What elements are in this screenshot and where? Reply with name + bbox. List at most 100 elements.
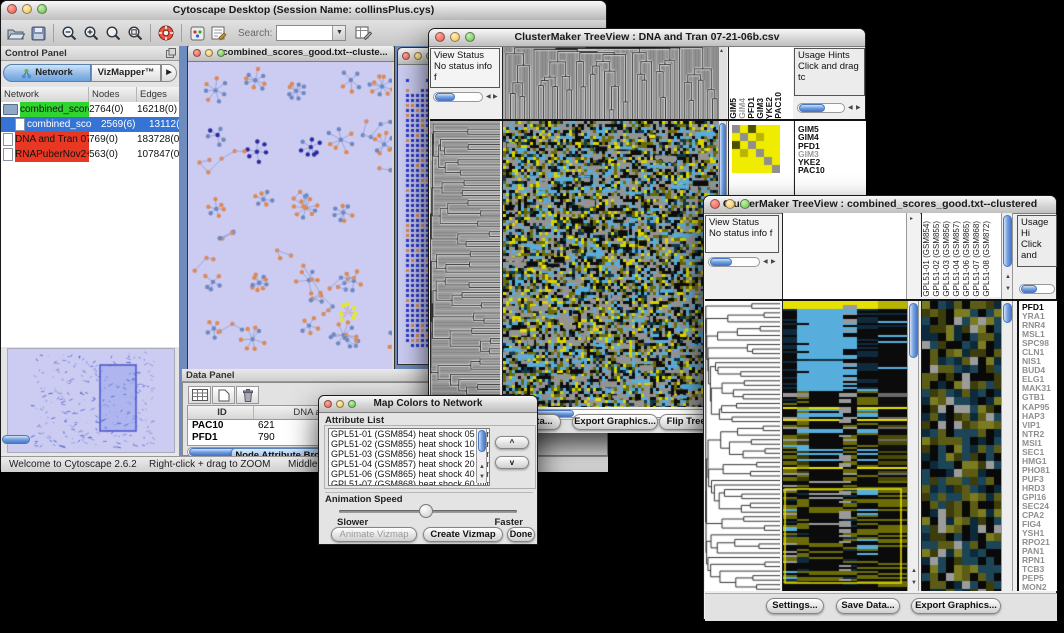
view-status-scrollbar[interactable] <box>708 257 760 267</box>
column-label[interactable]: GPL51-02 (GSM855) <box>932 221 942 297</box>
minimize-button[interactable] <box>725 199 735 209</box>
column-label[interactable]: GPL51-08 (GSM872) <box>982 221 992 297</box>
network-table-row[interactable]: combined_sco 2569(6) 13112(15) <box>1 117 179 132</box>
col-network[interactable]: Network <box>1 87 89 102</box>
scroll-strip[interactable]: ▸ <box>906 213 920 299</box>
dialog-titlebar[interactable]: Map Colors to Network <box>319 396 537 413</box>
zoom-button[interactable] <box>348 400 356 408</box>
annotation-button[interactable] <box>208 23 230 43</box>
column-label[interactable]: GPL51-06 (GSM865) <box>962 221 972 297</box>
export-graphics-button[interactable]: Export Graphics... <box>911 598 1001 614</box>
network-table-row[interactable]: RNAPuberNov2+! 563(0) 107847(0) <box>1 147 179 162</box>
col-edges[interactable]: Edges <box>137 87 179 102</box>
zoom-selected-button[interactable] <box>102 23 124 43</box>
col-nodes[interactable]: Nodes <box>89 87 137 102</box>
float-panel-icon[interactable] <box>166 48 176 63</box>
column-label[interactable]: GPL51-01 (GSM854) <box>922 221 932 297</box>
create-vizmap-button[interactable]: Create Vizmap <box>423 527 503 542</box>
scrollbar-thumb[interactable] <box>909 303 918 358</box>
plugin-button[interactable] <box>186 23 208 43</box>
network-window-1-titlebar[interactable]: combined_scores_good.txt--cluste... <box>188 46 394 62</box>
scroll-up-icon[interactable]: ▲ <box>479 463 485 471</box>
scroll-left-icon[interactable]: ◀ <box>486 93 491 101</box>
scroll-up-icon[interactable]: ▲ <box>911 567 917 575</box>
scroll-left-icon[interactable]: ◀ <box>763 258 768 266</box>
heatmap-canvas[interactable] <box>502 121 719 407</box>
save-data-button[interactable]: Save Data... <box>836 598 900 614</box>
scrollbar-thumb[interactable] <box>1003 303 1012 323</box>
scroll-down-icon[interactable]: ▼ <box>479 473 485 481</box>
scrollbar-thumb[interactable] <box>799 104 825 112</box>
scroll-down-icon[interactable]: ▼ <box>911 579 917 587</box>
column-label[interactable]: GPL51-07 (GSM868) <box>972 221 982 297</box>
attribute-listbox[interactable]: GPL51-01 (GSM854) heat shock 05 minGPL51… <box>328 428 490 486</box>
scroll-up-icon[interactable]: ▴ <box>720 47 723 55</box>
column-label[interactable]: GPL51-03 (GSM856) <box>942 221 952 297</box>
zoom-fit-button[interactable] <box>124 23 146 43</box>
animate-vizmap-button[interactable]: Animate Vizmap <box>331 527 417 542</box>
overview-scrollbar-thumb[interactable] <box>2 435 30 444</box>
usage-hints-scrollbar[interactable] <box>797 103 845 113</box>
scroll-up-icon[interactable]: ▲ <box>1005 273 1011 281</box>
minimize-button[interactable] <box>336 400 344 408</box>
scroll-left-icon[interactable]: ◀ <box>848 104 853 112</box>
array-dendrogram-canvas[interactable] <box>502 47 719 119</box>
export-graphics-button[interactable]: Export Graphics... <box>572 414 658 430</box>
close-button[interactable] <box>324 400 332 408</box>
speed-slider-thumb[interactable] <box>419 504 433 518</box>
attribute-editor-button[interactable] <box>352 23 374 43</box>
open-file-button[interactable] <box>5 23 27 43</box>
network-view-1-canvas[interactable] <box>188 62 392 369</box>
scroll-down-icon[interactable]: ▼ <box>1005 285 1011 293</box>
settings-button[interactable]: Settings... <box>766 598 824 614</box>
zoom-in-button[interactable] <box>80 23 102 43</box>
usage-hints-scrollbar[interactable] <box>1019 284 1055 294</box>
zoom-out-button[interactable] <box>58 23 80 43</box>
heatmap-vscrollbar[interactable]: ▲ ▼ <box>907 301 919 591</box>
tab-network[interactable]: Network <box>3 64 91 82</box>
gene-label[interactable]: PAC10 <box>798 166 866 174</box>
minimize-button[interactable] <box>205 49 213 57</box>
labels-vscrollbar[interactable]: ▲ ▼ <box>1001 213 1013 299</box>
attribute-list-scrollbar[interactable]: ▲ ▼ <box>476 429 487 483</box>
gene-dendrogram-canvas[interactable] <box>705 301 780 591</box>
move-down-button[interactable]: v <box>495 456 529 469</box>
zoom-vscrollbar[interactable] <box>1001 301 1013 591</box>
scroll-right-icon[interactable]: ▶ <box>771 258 776 266</box>
scrollbar-thumb[interactable] <box>710 258 732 266</box>
close-button[interactable] <box>193 49 201 57</box>
view-status-scrollbar[interactable] <box>433 92 483 102</box>
scroll-right-icon[interactable]: ▶ <box>493 93 498 101</box>
chevron-down-icon[interactable]: ▼ <box>332 26 345 40</box>
save-button[interactable] <box>27 23 49 43</box>
network-table-row[interactable]: combined_scores 2764(0) 16218(0) <box>1 102 179 117</box>
mini-heatmap-canvas[interactable] <box>732 125 780 173</box>
network-table-row[interactable]: DNA and Tran 07 769(0) 183728(0) <box>1 132 179 147</box>
close-button[interactable] <box>7 4 17 14</box>
attribute-item[interactable]: GPL51-07 (GSM868) heat shock 60 min <box>329 479 489 486</box>
treeview2-titlebar[interactable]: ClusterMaker TreeView : combined_scores_… <box>704 196 1056 214</box>
new-attribute-button[interactable] <box>212 386 235 404</box>
scroll-right-icon[interactable]: ▶ <box>856 104 861 112</box>
scrollbar-thumb[interactable] <box>1003 215 1012 267</box>
zoom-button[interactable] <box>740 199 750 209</box>
scroll-right-icon[interactable]: ▸ <box>910 215 913 223</box>
network-overview-canvas[interactable] <box>7 348 175 453</box>
done-button[interactable]: Done <box>507 527 535 542</box>
attribute-item[interactable]: GPL51-02 (GSM855) heat shock 10 min <box>329 439 489 449</box>
search-combobox[interactable]: ▼ <box>276 25 346 41</box>
zoomed-heatmap-canvas[interactable] <box>921 301 1002 591</box>
gene-label[interactable]: MON2 <box>1022 583 1057 591</box>
minimize-button[interactable] <box>450 32 460 42</box>
minimize-button[interactable] <box>414 52 422 60</box>
zoom-button[interactable] <box>37 4 47 14</box>
close-button[interactable] <box>402 52 410 60</box>
close-button[interactable] <box>435 32 445 42</box>
help-button[interactable] <box>155 23 177 43</box>
zoom-button[interactable] <box>217 49 225 57</box>
col-id[interactable]: ID <box>188 406 254 419</box>
zoom-button[interactable] <box>465 32 475 42</box>
heatmap-canvas[interactable] <box>782 301 908 591</box>
scrollbar-thumb[interactable] <box>435 93 455 101</box>
column-label[interactable]: GPL51-04 (GSM857) <box>952 221 962 297</box>
